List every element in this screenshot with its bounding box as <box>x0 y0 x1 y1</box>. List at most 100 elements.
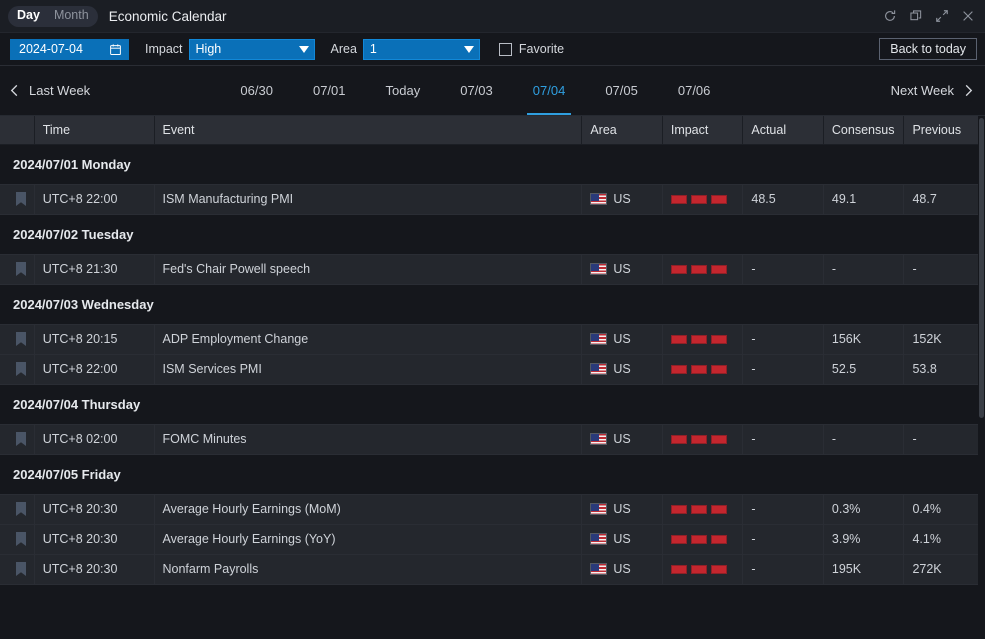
impact-indicator <box>671 335 743 344</box>
row-event[interactable]: ADP Employment Change <box>154 324 582 354</box>
column-header-actual[interactable]: Actual <box>743 116 824 144</box>
day-tab-0[interactable]: 06/30 <box>220 66 293 115</box>
date-group-label: 2024/07/03 Wednesday <box>0 284 985 324</box>
impact-bar <box>691 565 707 574</box>
table-row[interactable]: UTC+8 02:00FOMC MinutesUS--- <box>0 424 985 454</box>
close-icon[interactable] <box>957 5 979 27</box>
last-week-label: Last Week <box>29 83 90 98</box>
row-bookmark-cell[interactable] <box>0 554 34 584</box>
impact-bar <box>711 195 727 204</box>
row-bookmark-cell[interactable] <box>0 254 34 284</box>
calendar-table-container[interactable]: Time Event Area Impact Actual Consensus … <box>0 116 985 639</box>
column-header-consensus[interactable]: Consensus <box>823 116 904 144</box>
day-tab-3[interactable]: 07/03 <box>440 66 513 115</box>
row-event[interactable]: ISM Services PMI <box>154 354 582 384</box>
column-header-time[interactable]: Time <box>34 116 154 144</box>
row-consensus: - <box>823 424 904 454</box>
row-bookmark-cell[interactable] <box>0 184 34 214</box>
row-event[interactable]: Nonfarm Payrolls <box>154 554 582 584</box>
table-row[interactable]: UTC+8 21:30Fed's Chair Powell speechUS--… <box>0 254 985 284</box>
back-to-today-button[interactable]: Back to today <box>879 38 977 60</box>
row-area-label: US <box>613 502 630 516</box>
impact-bar <box>711 335 727 344</box>
table-row[interactable]: UTC+8 22:00ISM Services PMIUS-52.553.8 <box>0 354 985 384</box>
row-area: US <box>582 324 663 354</box>
column-header-bookmark[interactable] <box>0 116 34 144</box>
next-week-button[interactable]: Next Week <box>891 83 975 98</box>
view-mode-day[interactable]: Day <box>10 5 47 27</box>
vertical-scrollbar[interactable] <box>978 116 985 639</box>
refresh-icon[interactable] <box>879 5 901 27</box>
row-event[interactable]: ISM Manufacturing PMI <box>154 184 582 214</box>
view-mode-toggle[interactable]: Day Month <box>8 6 98 27</box>
day-tab-4[interactable]: 07/04 <box>513 66 586 115</box>
row-event[interactable]: Average Hourly Earnings (YoY) <box>154 524 582 554</box>
us-flag-icon <box>590 263 607 275</box>
favorite-filter-toggle[interactable]: Favorite <box>499 42 564 56</box>
row-bookmark-cell[interactable] <box>0 324 34 354</box>
bookmark-icon[interactable] <box>15 262 27 276</box>
row-bookmark-cell[interactable] <box>0 524 34 554</box>
bookmark-icon[interactable] <box>15 562 27 576</box>
row-consensus: 156K <box>823 324 904 354</box>
table-row[interactable]: UTC+8 20:30Average Hourly Earnings (YoY)… <box>0 524 985 554</box>
bookmark-icon[interactable] <box>15 432 27 446</box>
table-row[interactable]: UTC+8 20:30Nonfarm PayrollsUS-195K272K <box>0 554 985 584</box>
row-area: US <box>582 554 663 584</box>
row-event[interactable]: Fed's Chair Powell speech <box>154 254 582 284</box>
column-header-previous[interactable]: Previous <box>904 116 985 144</box>
row-impact <box>662 554 743 584</box>
bookmark-icon[interactable] <box>15 362 27 376</box>
row-previous: 152K <box>904 324 985 354</box>
row-event[interactable]: FOMC Minutes <box>154 424 582 454</box>
scrollbar-thumb[interactable] <box>979 118 984 418</box>
row-bookmark-cell[interactable] <box>0 424 34 454</box>
impact-indicator <box>671 565 743 574</box>
column-header-impact[interactable]: Impact <box>662 116 743 144</box>
impact-bar <box>711 365 727 374</box>
us-flag-icon <box>590 433 607 445</box>
bookmark-icon[interactable] <box>15 192 27 206</box>
day-tab-6[interactable]: 07/06 <box>658 66 731 115</box>
bookmark-icon[interactable] <box>15 332 27 346</box>
bookmark-icon[interactable] <box>15 532 27 546</box>
date-group-label: 2024/07/02 Tuesday <box>0 214 985 254</box>
table-row[interactable]: UTC+8 20:30Average Hourly Earnings (MoM)… <box>0 494 985 524</box>
day-tab-1[interactable]: 07/01 <box>293 66 366 115</box>
row-area: US <box>582 184 663 214</box>
row-area-label: US <box>613 562 630 576</box>
row-actual: - <box>743 354 824 384</box>
row-actual: - <box>743 554 824 584</box>
area-filter-select[interactable]: 1 <box>363 39 480 60</box>
expand-icon[interactable] <box>931 5 953 27</box>
calendar-table: Time Event Area Impact Actual Consensus … <box>0 116 985 585</box>
chevron-left-icon <box>8 83 21 98</box>
day-tab-5[interactable]: 07/05 <box>585 66 658 115</box>
favorite-checkbox[interactable] <box>499 43 512 56</box>
table-row[interactable]: UTC+8 22:00ISM Manufacturing PMIUS48.549… <box>0 184 985 214</box>
chevron-down-icon <box>464 46 474 53</box>
bookmark-icon[interactable] <box>15 502 27 516</box>
row-actual: - <box>743 424 824 454</box>
view-mode-month[interactable]: Month <box>47 5 96 27</box>
row-consensus: - <box>823 254 904 284</box>
day-tab-2[interactable]: Today <box>366 66 441 115</box>
table-row[interactable]: UTC+8 20:15ADP Employment ChangeUS-156K1… <box>0 324 985 354</box>
chevron-down-icon <box>299 46 309 53</box>
row-event[interactable]: Average Hourly Earnings (MoM) <box>154 494 582 524</box>
last-week-button[interactable]: Last Week <box>8 83 90 98</box>
date-group-row: 2024/07/01 Monday <box>0 144 985 184</box>
column-header-event[interactable]: Event <box>154 116 582 144</box>
impact-filter-select[interactable]: High <box>189 39 315 60</box>
row-bookmark-cell[interactable] <box>0 494 34 524</box>
table-header-row: Time Event Area Impact Actual Consensus … <box>0 116 985 144</box>
date-picker-input[interactable]: 2024-07-04 <box>10 39 129 60</box>
column-header-area[interactable]: Area <box>582 116 663 144</box>
row-area: US <box>582 524 663 554</box>
restore-icon[interactable] <box>905 5 927 27</box>
row-bookmark-cell[interactable] <box>0 354 34 384</box>
row-area-label: US <box>613 432 630 446</box>
date-group-row: 2024/07/03 Wednesday <box>0 284 985 324</box>
us-flag-icon <box>590 193 607 205</box>
row-actual: - <box>743 254 824 284</box>
